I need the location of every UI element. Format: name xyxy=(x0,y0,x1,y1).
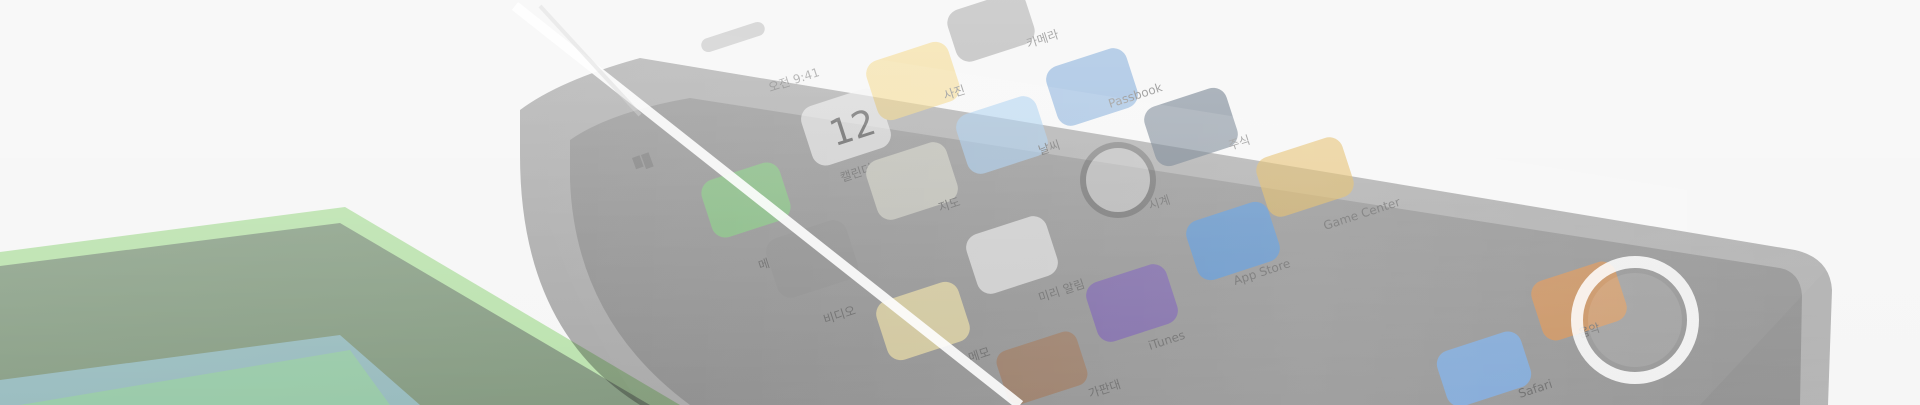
device-illustration: 오전 9:41 메시지 12 캘린더 사진 xyxy=(0,0,1920,405)
hero-banner: 오전 9:41 메시지 12 캘린더 사진 xyxy=(0,0,1920,405)
